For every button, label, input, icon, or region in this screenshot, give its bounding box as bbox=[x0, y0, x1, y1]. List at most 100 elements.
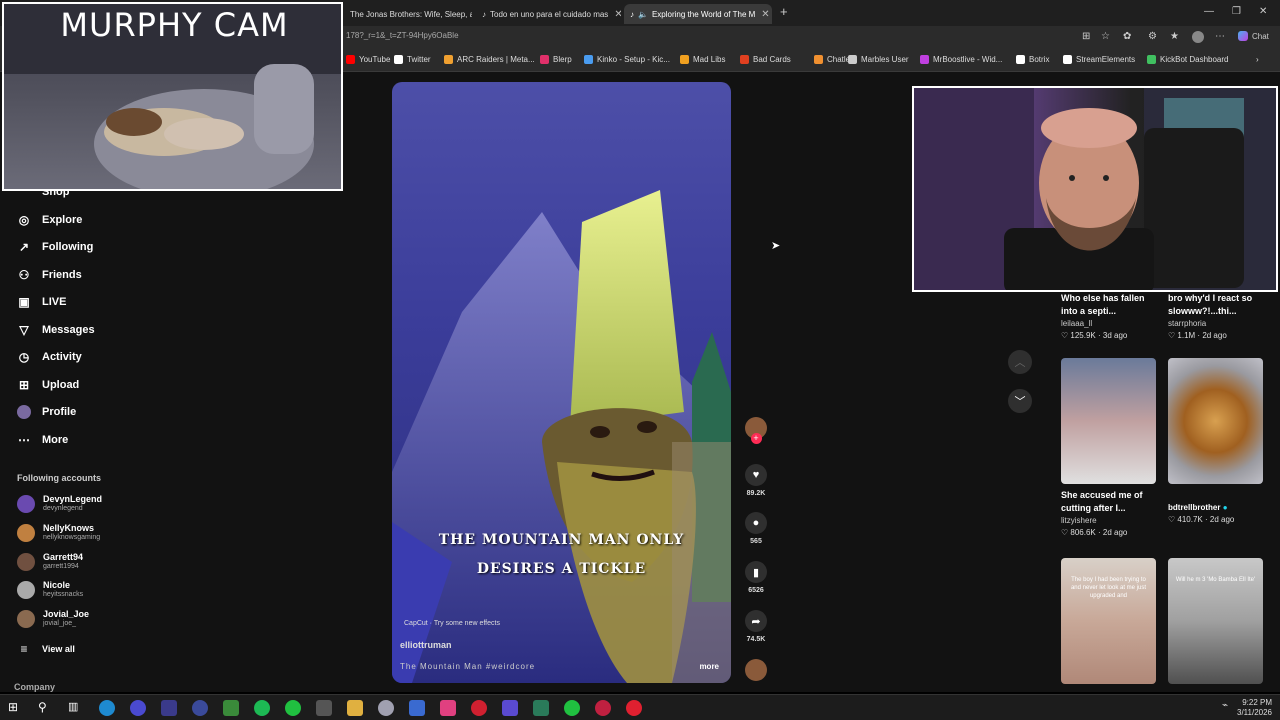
app-icon[interactable] bbox=[285, 700, 301, 716]
app-icon[interactable] bbox=[409, 700, 425, 716]
app-icon[interactable] bbox=[626, 700, 642, 716]
app-icon[interactable] bbox=[130, 700, 146, 716]
app-icon[interactable] bbox=[223, 700, 239, 716]
clock-time: 9:22 PM bbox=[1242, 698, 1272, 707]
bookmark-blerp[interactable]: Blerp bbox=[540, 55, 572, 64]
task-view-icon[interactable]: ▥ bbox=[68, 700, 84, 716]
bookmark-arc-raiders-meta[interactable]: ARC Raiders | Meta... bbox=[444, 55, 535, 64]
sidebar-item-following[interactable]: ↗ Following bbox=[17, 240, 93, 254]
extension-icon[interactable]: ✿ bbox=[1123, 31, 1131, 42]
music-disc[interactable] bbox=[744, 659, 768, 681]
windows-start-icon[interactable]: ⊞ bbox=[8, 700, 24, 716]
account-nicole[interactable]: Nicole heyitssnacks bbox=[17, 580, 83, 599]
previous-video-button[interactable]: ︿ bbox=[1008, 350, 1032, 374]
bookmarks-overflow-chevron-icon[interactable]: › bbox=[1256, 55, 1259, 64]
view-all-link[interactable]: ≡ View all bbox=[17, 642, 74, 656]
app-icon[interactable] bbox=[471, 700, 487, 716]
bookmark-marbles-user[interactable]: Marbles User bbox=[848, 55, 909, 64]
edge-icon[interactable] bbox=[99, 700, 115, 716]
close-icon[interactable]: ✕ bbox=[614, 9, 621, 20]
close-window-button[interactable]: ✕ bbox=[1259, 6, 1267, 17]
folder-icon[interactable] bbox=[347, 700, 363, 716]
bookmark-mad-libs[interactable]: Mad Libs bbox=[680, 55, 725, 64]
video-card[interactable]: bro why'd I react so slowww?!...thi... s… bbox=[1168, 292, 1263, 340]
save-button[interactable]: ▮ 6526 bbox=[744, 561, 768, 594]
sidebar-item-upload[interactable]: ⊞ Upload bbox=[17, 378, 79, 392]
share-button[interactable]: ➦ 74.5K bbox=[744, 610, 768, 643]
extension-icon[interactable]: ⚙ bbox=[1148, 31, 1157, 42]
bookmark-label: ARC Raiders | Meta... bbox=[457, 55, 535, 64]
bookmark-favicon-icon bbox=[346, 55, 355, 64]
bookmark-kickbot-dashboard[interactable]: KickBot Dashboard bbox=[1147, 55, 1228, 64]
video-card[interactable]: She accused me of cutting after I... lit… bbox=[1061, 358, 1156, 537]
account-devynlegend[interactable]: DevynLegend devynlegend bbox=[17, 494, 102, 513]
bookmark-label: Bad Cards bbox=[753, 55, 791, 64]
search-icon[interactable]: ⚲ bbox=[38, 700, 54, 716]
company-link[interactable]: Company bbox=[14, 682, 55, 692]
comment-button[interactable]: ● 565 bbox=[744, 512, 768, 545]
sidebar-item-live[interactable]: ▣ LIVE bbox=[17, 295, 66, 309]
tab-exploring-world[interactable]: ♪ 🔈 Exploring the World of The M ✕ bbox=[624, 4, 772, 24]
follow-plus-icon[interactable]: + bbox=[750, 433, 762, 444]
avatar bbox=[17, 580, 35, 599]
tab-jonas-brothers[interactable]: The Jonas Brothers: Wife, Sleep, a✕ bbox=[344, 4, 472, 24]
video-card[interactable]: Will he m 3 'Mo Bamba Ell Ite' bbox=[1168, 558, 1263, 684]
sidebar-item-more[interactable]: ⋯ More bbox=[17, 433, 68, 447]
bookmark-youtube[interactable]: YouTube bbox=[346, 55, 390, 64]
video-card[interactable]: The boy I had been trying to and never l… bbox=[1061, 558, 1156, 684]
video-card[interactable]: Who else has fallen into a septi... leil… bbox=[1061, 292, 1156, 340]
creator-avatar[interactable]: + bbox=[744, 417, 768, 444]
bookmark-bad-cards[interactable]: Bad Cards bbox=[740, 55, 791, 64]
profile-avatar[interactable] bbox=[1192, 31, 1204, 43]
like-button[interactable]: ♥ 89.2K bbox=[744, 464, 768, 497]
app-icon[interactable] bbox=[595, 700, 611, 716]
bookmark-streamelements[interactable]: StreamElements bbox=[1063, 55, 1135, 64]
app-icon[interactable] bbox=[533, 700, 549, 716]
menu-icon[interactable]: ⋯ bbox=[1215, 31, 1225, 42]
account-jovial-joe[interactable]: Jovial_Joe jovial_joe_ bbox=[17, 609, 89, 628]
video-author[interactable]: elliottruman bbox=[400, 640, 452, 650]
sidebar-item-explore[interactable]: ◎ Explore bbox=[17, 213, 83, 227]
app-icon[interactable]: ⊞ bbox=[1082, 31, 1090, 42]
bookmark-twitter[interactable]: Twitter bbox=[394, 55, 431, 64]
app-icon[interactable] bbox=[564, 700, 580, 716]
video-player[interactable]: THE MOUNTAIN MAN ONLY DESIRES A TICKLE C… bbox=[392, 82, 731, 683]
app-icon[interactable] bbox=[192, 700, 208, 716]
account-garrett94[interactable]: Garrett94 garrett1994 bbox=[17, 552, 83, 571]
sidebar-item-friends[interactable]: ⚇ Friends bbox=[17, 268, 82, 282]
new-tab-button[interactable]: + bbox=[780, 4, 788, 19]
video-card[interactable]: bdtrellbrother ● ♡ 410.7K · 2d ago bbox=[1168, 358, 1263, 524]
copilot-chat-button[interactable]: Chat bbox=[1238, 31, 1269, 41]
sidebar-item-messages[interactable]: ▽ Messages bbox=[17, 323, 94, 337]
sidebar-item-activity[interactable]: ◷ Activity bbox=[17, 350, 82, 364]
video-card-title: Who else has fallen into a septi... bbox=[1061, 293, 1145, 316]
bookmark-chatle[interactable]: Chatle bbox=[814, 55, 850, 64]
spotify-icon[interactable] bbox=[254, 700, 270, 716]
live-icon: ▣ bbox=[18, 295, 30, 309]
account-nellyknows[interactable]: NellyKnows nellyknowsgaming bbox=[17, 523, 100, 542]
next-video-button[interactable]: ﹀ bbox=[1008, 389, 1032, 413]
minimize-button[interactable]: — bbox=[1204, 6, 1214, 17]
more-button[interactable]: more bbox=[699, 662, 719, 671]
maximize-button[interactable]: ❐ bbox=[1232, 6, 1241, 17]
tab-todo-en-uno[interactable]: ♪ Todo en uno para el cuidado mas ✕ bbox=[476, 4, 621, 24]
star-icon[interactable]: ☆ bbox=[1101, 31, 1110, 42]
app-icon[interactable] bbox=[378, 700, 394, 716]
sidebar-item-profile[interactable]: Profile bbox=[17, 405, 76, 419]
favorites-icon[interactable]: ★ bbox=[1170, 31, 1179, 42]
save-count: 6526 bbox=[748, 587, 764, 594]
app-icon[interactable] bbox=[440, 700, 456, 716]
bookmark-kinko-setup-kic[interactable]: Kinko - Setup - Kic... bbox=[584, 55, 670, 64]
bookmark-botrix[interactable]: Botrix bbox=[1016, 55, 1049, 64]
system-clock[interactable]: 9:22 PM 3/11/2026 bbox=[1237, 698, 1272, 718]
bookmark-label: Kinko - Setup - Kic... bbox=[597, 55, 670, 64]
capcut-badge[interactable]: CapCut · Try some new effects bbox=[404, 620, 500, 627]
bookmark-mrboostlive-wid[interactable]: MrBoostlive - Wid... bbox=[920, 55, 1002, 64]
url-field[interactable]: 178?_r=1&_t=ZT-94Hpy6OaBle bbox=[346, 31, 459, 40]
network-icon[interactable]: ⌁ bbox=[1222, 700, 1238, 716]
app-icon[interactable] bbox=[502, 700, 518, 716]
app-icon[interactable] bbox=[316, 700, 332, 716]
thumbnail-caption: The boy I had been trying to and never l… bbox=[1070, 577, 1147, 599]
close-icon[interactable]: ✕ bbox=[761, 9, 769, 20]
app-icon[interactable] bbox=[161, 700, 177, 716]
